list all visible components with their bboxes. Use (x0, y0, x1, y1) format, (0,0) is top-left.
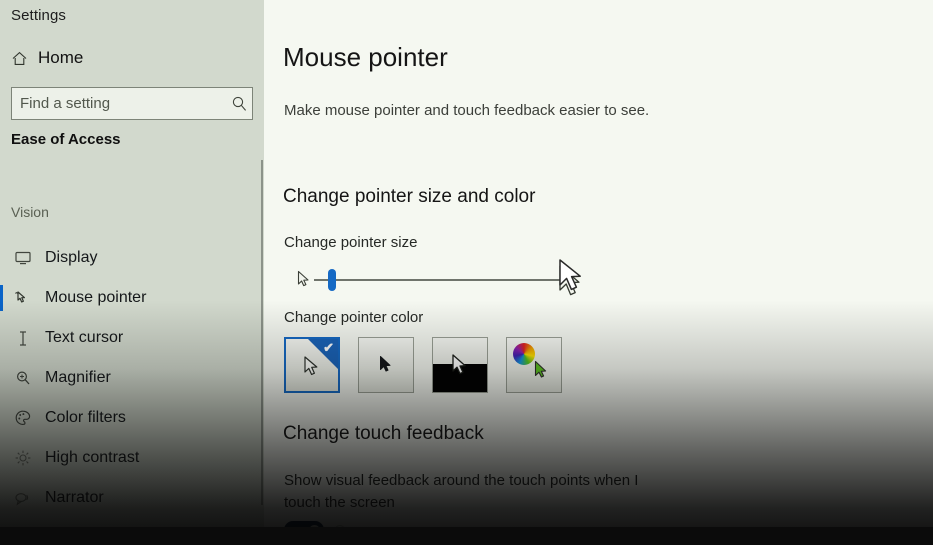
section-heading-touch-feedback: Change touch feedback (283, 423, 484, 444)
pointer-preview-icon (378, 355, 394, 380)
sidebar-item-display[interactable]: Display (0, 238, 264, 278)
sidebar-item-home-label: Home (38, 48, 84, 67)
sidebar-item-home[interactable]: Home (10, 44, 254, 72)
pointer-preview-icon (533, 360, 551, 387)
pointer-size-slider[interactable] (284, 265, 580, 296)
page-subtitle: Make mouse pointer and touch feedback ea… (284, 102, 650, 119)
palette-icon (11, 407, 35, 429)
sidebar-item-mouse-pointer-label: Mouse pointer (45, 289, 147, 306)
pointer-color-swatches: ✔ (284, 337, 562, 393)
pointer-size-label: Change pointer size (284, 234, 418, 251)
invert-pointer-swatch[interactable] (432, 337, 488, 393)
magnifier-icon (11, 367, 35, 389)
sidebar-item-mouse-pointer[interactable]: Mouse pointer (0, 278, 264, 318)
search-icon[interactable] (227, 88, 252, 119)
white-pointer-swatch[interactable]: ✔ (284, 337, 340, 393)
text-cursor-icon (11, 327, 35, 349)
slider-track[interactable] (314, 279, 567, 281)
small-pointer-preview-icon (296, 270, 312, 290)
page-title: Mouse pointer (283, 42, 448, 72)
mouse-cursor (557, 258, 587, 296)
sidebar-item-magnifier[interactable]: Magnifier (0, 358, 264, 398)
color-wheel-icon (513, 343, 535, 365)
slider-thumb[interactable] (328, 269, 336, 291)
video-frame: Settings Home Find a setting Ease of Acc… (0, 0, 933, 545)
sidebar-scrollbar[interactable] (261, 160, 263, 505)
pointer-preview-icon (302, 355, 322, 384)
sidebar-item-color-filters[interactable]: Color filters (0, 398, 264, 438)
section-heading-size-color: Change pointer size and color (283, 186, 536, 207)
check-icon: ✔ (323, 340, 334, 355)
pointer-color-label: Change pointer color (284, 309, 424, 326)
pointer-hand-icon (11, 287, 35, 309)
player-bottom-bar (0, 527, 933, 545)
sidebar-item-color-filters-label: Color filters (45, 409, 126, 426)
sidebar-group-vision: Vision (11, 204, 49, 220)
search-box[interactable] (11, 87, 253, 120)
app-title: Settings (11, 7, 66, 24)
sidebar-item-magnifier-label: Magnifier (45, 369, 111, 386)
sidebar-category-title: Ease of Access (11, 131, 121, 148)
pointer-preview-icon (450, 353, 470, 384)
monitor-icon (11, 247, 35, 269)
custom-color-swatch[interactable] (506, 337, 562, 393)
sidebar-item-text-cursor[interactable]: Text cursor (0, 318, 264, 358)
home-icon (10, 49, 28, 67)
selection-indicator (0, 285, 3, 311)
sidebar-item-text-cursor-label: Text cursor (45, 329, 124, 346)
sidebar-item-display-label: Display (45, 249, 98, 266)
black-pointer-swatch[interactable] (358, 337, 414, 393)
search-input[interactable] (12, 88, 227, 119)
